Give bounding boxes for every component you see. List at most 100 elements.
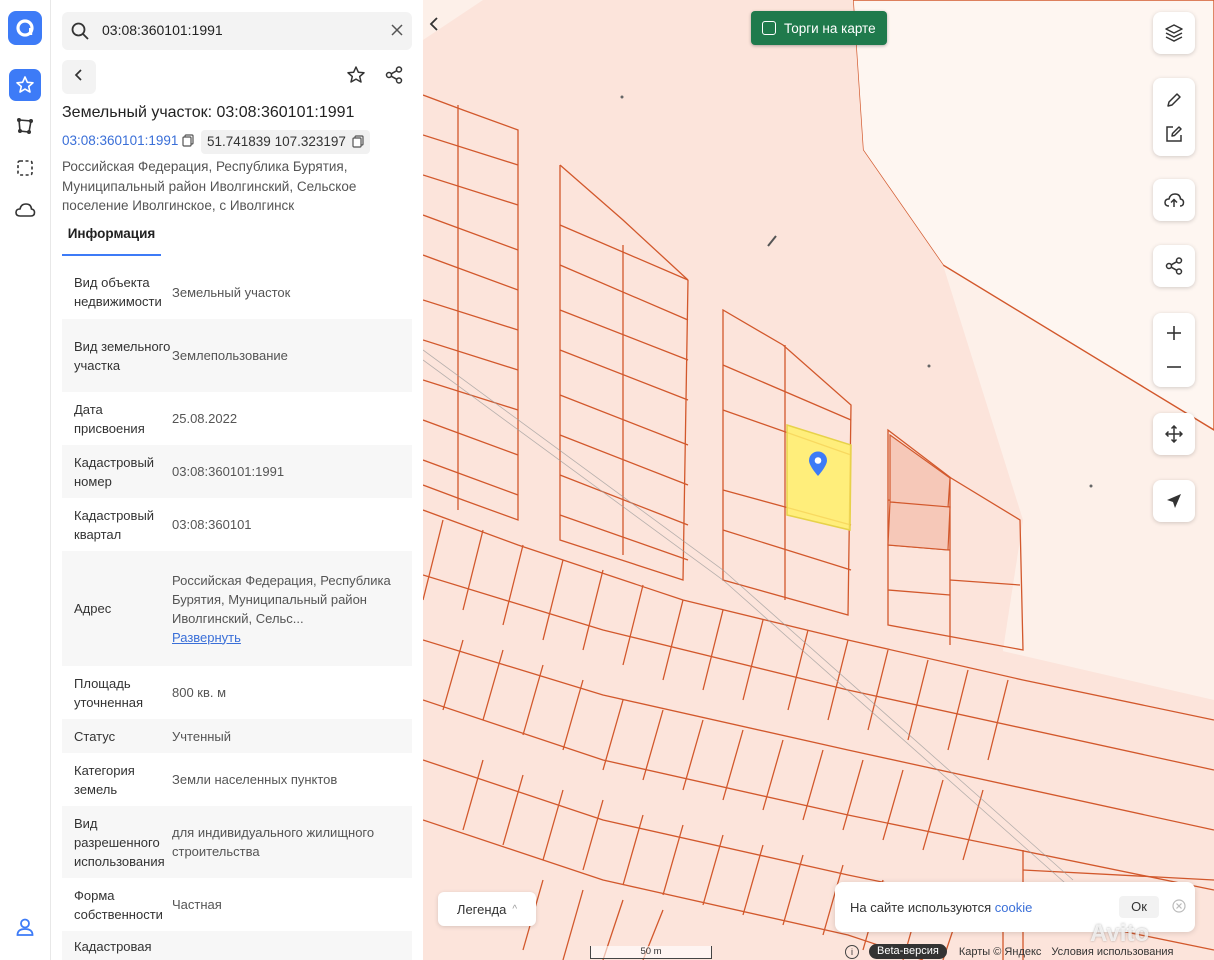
share-icon bbox=[384, 65, 404, 90]
layers-button[interactable] bbox=[1153, 12, 1195, 54]
info-value: 03:08:360101:1991 bbox=[172, 464, 285, 479]
favorite-button[interactable] bbox=[339, 60, 373, 94]
coords-chip[interactable]: 51.741839 107.323197 bbox=[201, 130, 370, 154]
info-key: Адрес bbox=[74, 601, 112, 616]
back-button[interactable] bbox=[62, 60, 96, 94]
share-map-button[interactable] bbox=[1153, 245, 1195, 287]
info-row: Категория земель Земли населенных пунктов bbox=[62, 753, 412, 806]
info-row: Кадастровая bbox=[62, 931, 412, 960]
plus-icon[interactable] bbox=[1153, 316, 1195, 350]
info-table: Вид объекта недвижимости Земельный участо… bbox=[62, 265, 412, 960]
zoom-controls bbox=[1153, 313, 1195, 387]
avito-watermark: Avito bbox=[1090, 920, 1150, 947]
share-map-icon bbox=[1153, 249, 1195, 283]
legend-button[interactable]: Легенда ^ bbox=[438, 892, 536, 926]
info-row: Площадь уточненная 800 кв. м bbox=[62, 666, 412, 719]
info-value: Землепользование bbox=[172, 348, 288, 363]
info-row: Дата присвоения 25.08.2022 bbox=[62, 392, 412, 445]
info-value: Учтенный bbox=[172, 728, 232, 744]
info-row: Вид объекта недвижимости Земельный участо… bbox=[62, 265, 412, 319]
info-key: Вид объекта недвижимости bbox=[74, 275, 162, 309]
locate-button[interactable] bbox=[1153, 480, 1195, 522]
info-row: Форма собственности Частная bbox=[62, 878, 412, 931]
copy-icon[interactable] bbox=[182, 134, 194, 150]
pencil-icon[interactable] bbox=[1153, 83, 1195, 117]
upload-cloud-icon bbox=[1153, 183, 1195, 217]
info-key: Кадастровый номер bbox=[74, 454, 155, 489]
info-panel: 03:08:360101:1991 Земельный участок: 03:… bbox=[51, 0, 423, 960]
back-icon bbox=[73, 68, 85, 87]
info-key: Статус bbox=[74, 728, 116, 744]
star-icon bbox=[346, 65, 366, 90]
cookie-text: На сайте используются bbox=[850, 900, 992, 915]
info-value: для индивидуального жилищного строительс… bbox=[172, 825, 375, 859]
close-icon[interactable] bbox=[390, 23, 404, 42]
upload-button[interactable] bbox=[1153, 179, 1195, 221]
info-row: Кадастровый номер 03:08:360101:1991 bbox=[62, 445, 412, 498]
draw-tools bbox=[1153, 78, 1195, 156]
route-icon[interactable] bbox=[9, 110, 41, 142]
locate-icon bbox=[1153, 484, 1195, 518]
object-address: Российская Федерация, Республика Бурятия… bbox=[62, 159, 357, 213]
info-icon[interactable]: i bbox=[845, 944, 859, 959]
cad-number-text[interactable]: 03:08:360101:1991 bbox=[62, 133, 178, 148]
info-row: Вид разрешенного использования для индиви… bbox=[62, 806, 412, 878]
info-key: Площадь уточненная bbox=[74, 675, 144, 710]
copyright-text: Карты © Яндекс bbox=[958, 945, 1042, 958]
page-title: Земельный участок: 03:08:360101:1991 bbox=[62, 104, 355, 121]
move-button[interactable] bbox=[1153, 413, 1195, 455]
info-key: Категория земель bbox=[74, 762, 135, 797]
info-row: Вид земельного участка Землепользование bbox=[62, 319, 412, 392]
left-rail bbox=[0, 0, 51, 960]
info-value: Земли населенных пунктов bbox=[172, 772, 338, 787]
layers-icon bbox=[1153, 16, 1195, 50]
pin-icon[interactable] bbox=[807, 451, 829, 482]
info-value: Частная bbox=[172, 897, 222, 912]
close-icon[interactable] bbox=[1172, 899, 1186, 916]
chevron-left-icon bbox=[429, 16, 439, 37]
coords-text: 51.741839 107.323197 bbox=[207, 134, 346, 149]
info-key: Дата присвоения bbox=[74, 401, 145, 436]
info-key: Кадастровая bbox=[74, 939, 152, 954]
collapse-panel-button[interactable] bbox=[423, 8, 445, 44]
logo-icon[interactable] bbox=[8, 11, 42, 45]
chevron-up-icon: ^ bbox=[512, 903, 518, 915]
cloud-icon[interactable] bbox=[9, 194, 41, 226]
info-value: Российская Федерация, Республика Бурятия… bbox=[172, 571, 412, 647]
torgi-toggle[interactable]: Торги на карте bbox=[751, 11, 887, 45]
select-area-icon[interactable] bbox=[9, 152, 41, 184]
info-row: Адрес Российская Федерация, Республика Бу… bbox=[62, 551, 412, 666]
move-icon bbox=[1153, 417, 1195, 451]
search-icon bbox=[70, 21, 90, 46]
cad-number-link[interactable]: 03:08:360101:1991 bbox=[62, 133, 194, 150]
info-value: 25.08.2022 bbox=[172, 411, 238, 426]
info-key: Форма собственности bbox=[74, 887, 163, 922]
legend-label: Легенда bbox=[456, 901, 507, 917]
search-bar[interactable]: 03:08:360101:1991 bbox=[62, 12, 412, 50]
info-key: Кадастровый квартал bbox=[74, 507, 155, 542]
tab-info[interactable]: Информация bbox=[62, 226, 161, 256]
map-scale: 50 m bbox=[590, 946, 712, 959]
info-key: Вид разрешенного использования bbox=[74, 815, 165, 869]
expand-link[interactable]: Развернуть bbox=[172, 628, 412, 647]
beta-badge: Beta-версия bbox=[869, 944, 947, 959]
edit-icon[interactable] bbox=[1153, 117, 1195, 151]
profile-icon[interactable] bbox=[14, 916, 36, 943]
cookie-ok-button[interactable]: Ок bbox=[1119, 896, 1159, 918]
cookie-link[interactable]: cookie bbox=[995, 900, 1033, 915]
copy-icon[interactable] bbox=[352, 132, 364, 156]
share-button[interactable] bbox=[377, 60, 411, 94]
info-value: 800 кв. м bbox=[172, 685, 227, 700]
info-value: Земельный участок bbox=[172, 284, 291, 300]
info-row: Кадастровый квартал 03:08:360101 bbox=[62, 498, 412, 551]
info-row: Статус Учтенный bbox=[62, 719, 412, 753]
star-icon[interactable] bbox=[9, 69, 41, 101]
torgi-checkbox[interactable] bbox=[762, 21, 776, 35]
address-value: Российская Федерация, Республика Бурятия… bbox=[172, 572, 391, 626]
search-input[interactable]: 03:08:360101:1991 bbox=[102, 22, 223, 38]
info-value: 03:08:360101 bbox=[172, 517, 252, 532]
cadastral-map[interactable] bbox=[423, 0, 1214, 960]
torgi-label: Торги на карте bbox=[784, 20, 876, 36]
info-key: Вид земельного участка bbox=[74, 338, 171, 373]
minus-icon[interactable] bbox=[1153, 350, 1195, 384]
